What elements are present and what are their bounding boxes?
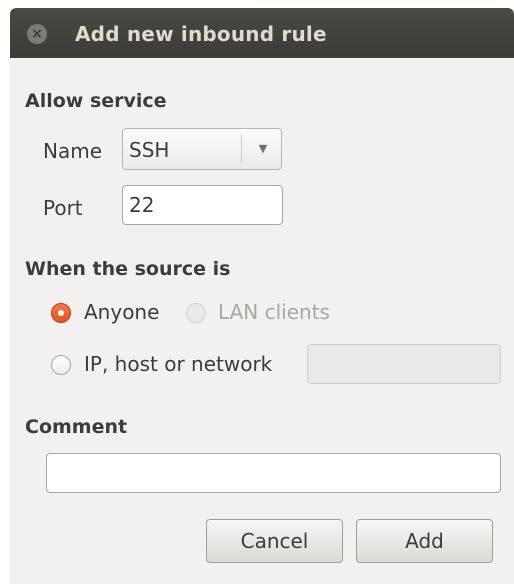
radio-dot-icon	[58, 310, 64, 316]
add-button[interactable]: Add	[356, 519, 493, 563]
name-label: Name	[43, 139, 103, 163]
chevron-down-icon[interactable]: ▼	[251, 137, 275, 161]
source-heading: When the source is	[25, 258, 231, 280]
anyone-radio[interactable]	[51, 303, 71, 323]
close-icon[interactable]: ×	[27, 24, 47, 44]
port-input[interactable]	[122, 185, 283, 225]
comment-input[interactable]	[46, 453, 501, 493]
service-name-combo[interactable]: SSH ▼	[122, 128, 282, 170]
service-name-value: SSH	[129, 138, 170, 162]
comment-heading: Comment	[25, 416, 128, 438]
dialog-titlebar: × Add new inbound rule	[10, 8, 514, 58]
lan-clients-label: LAN clients	[218, 300, 330, 324]
lan-clients-radio	[186, 303, 206, 323]
anyone-label[interactable]: Anyone	[84, 300, 159, 324]
port-label: Port	[43, 196, 83, 220]
cancel-button[interactable]: Cancel	[206, 519, 343, 563]
network-input	[307, 344, 501, 384]
ip-host-network-radio[interactable]	[51, 355, 71, 375]
add-inbound-rule-dialog: × Add new inbound rule Allow service Nam…	[10, 8, 514, 584]
allow-service-heading: Allow service	[25, 90, 167, 112]
ip-host-network-label[interactable]: IP, host or network	[84, 352, 272, 376]
combo-separator	[241, 135, 242, 163]
dialog-title: Add new inbound rule	[75, 22, 327, 46]
